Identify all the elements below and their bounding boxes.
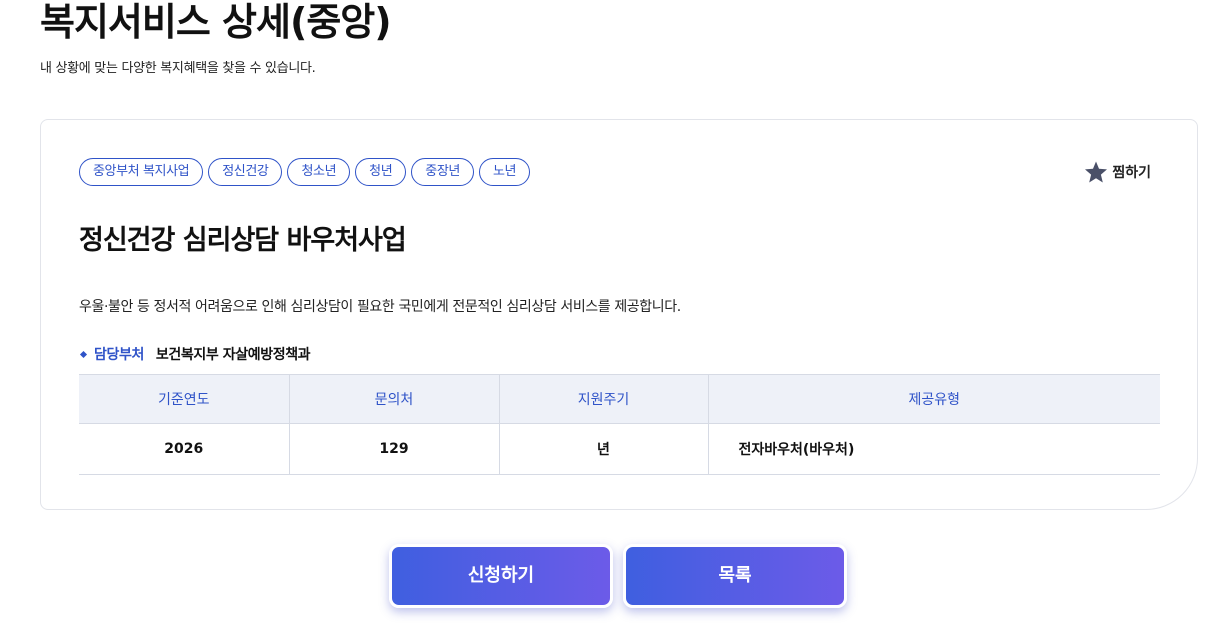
tag-mental-health[interactable]: 정신건강 [208, 158, 283, 186]
service-detail-card: 중앙부처 복지사업 정신건강 청소년 청년 중장년 노년 찜하기 정신건강 심리… [40, 119, 1198, 510]
bullet-diamond-icon [79, 350, 88, 358]
page-subtitle: 내 상황에 맞는 다양한 복지혜택을 찾을 수 있습니다. [40, 61, 316, 76]
header-base-year: 기준연도 [79, 374, 290, 424]
cell-contact: 129 [289, 423, 500, 475]
star-icon [1084, 160, 1108, 184]
service-title: 정신건강 심리상담 바우처사업 [79, 225, 407, 256]
cell-support-cycle: 년 [499, 423, 709, 475]
tag-teen[interactable]: 청소년 [287, 158, 351, 186]
cell-base-year: 2026 [79, 423, 290, 475]
favorite-label: 찜하기 [1112, 165, 1151, 181]
department-value: 보건복지부 자살예방정책과 [155, 347, 311, 363]
service-description: 우울·불안 등 정서적 어려움으로 인해 심리상담이 필요한 국민에게 전문적인… [79, 299, 681, 315]
table-header-row: 기준연도 문의처 지원주기 제공유형 [79, 374, 1160, 424]
tag-senior[interactable]: 노년 [478, 158, 531, 186]
tag-youth[interactable]: 청년 [355, 158, 407, 186]
favorite-button[interactable]: 찜하기 [1084, 160, 1151, 184]
tag-list: 중앙부처 복지사업 정신건강 청소년 청년 중장년 노년 [79, 158, 531, 186]
table-row: 2026 129 년 전자바우처(바우처) [79, 423, 1160, 475]
tag-central-ministry[interactable]: 중앙부처 복지사업 [79, 158, 204, 186]
header-contact: 문의처 [289, 374, 500, 424]
cell-provision-type: 전자바우처(바우처) [708, 423, 1160, 475]
list-button[interactable]: 목록 [623, 544, 847, 608]
page-title: 복지서비스 상세(중앙) [40, 0, 392, 44]
header-support-cycle: 지원주기 [499, 374, 709, 424]
service-info-table: 기준연도 문의처 지원주기 제공유형 2026 129 년 전자바우처(바우처) [79, 374, 1160, 475]
header-provision-type: 제공유형 [708, 374, 1160, 424]
department-label: 담당부처 [94, 347, 144, 363]
department-row: 담당부처 보건복지부 자살예방정책과 [79, 344, 311, 364]
tag-middle-age[interactable]: 중장년 [411, 158, 474, 186]
apply-button[interactable]: 신청하기 [389, 544, 613, 608]
